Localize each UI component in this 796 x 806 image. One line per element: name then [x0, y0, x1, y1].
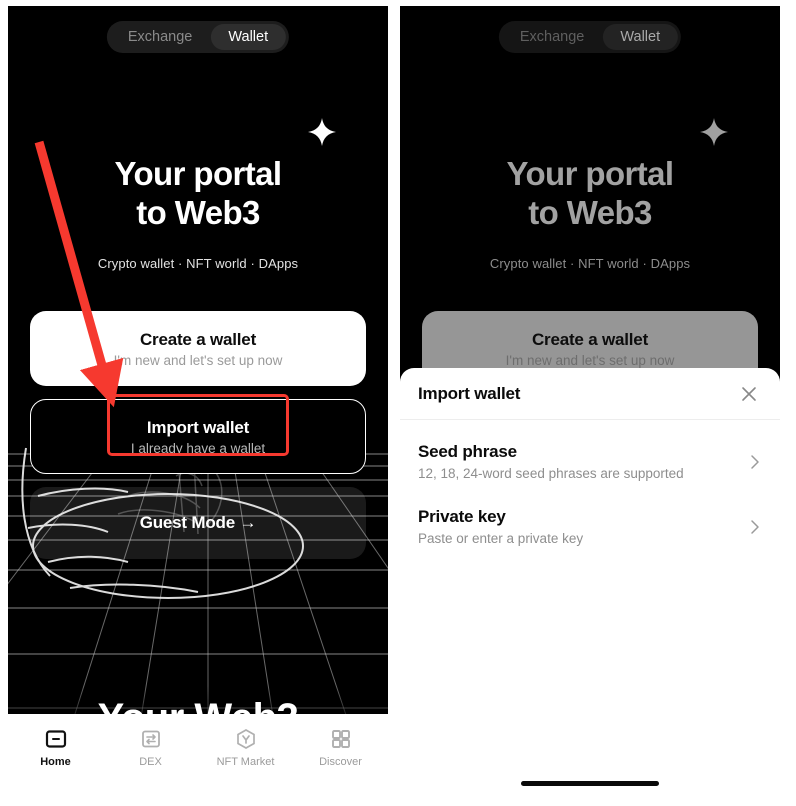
hero-subtitle-dimmed: Crypto wallet · NFT world · DApps — [489, 256, 691, 271]
sparkle-icon-dimmed — [700, 118, 728, 146]
close-icon[interactable] — [736, 381, 762, 407]
chevron-right-icon — [748, 516, 762, 538]
tab-nft-market-label: NFT Market — [216, 756, 275, 768]
phone-screen-before: Your Web3 Exchange Wallet Your portal to… — [8, 6, 388, 800]
phone-screen-after: Exchange Wallet Your portal to Web3 Cryp… — [400, 6, 780, 800]
home-indicator-right — [521, 781, 659, 786]
sheet-option-list: Seed phrase 12, 18, 24-word seed phrases… — [400, 420, 780, 558]
hero-title-line1-dimmed: Your portal — [506, 155, 675, 192]
list-item-private-key[interactable]: Private key Paste or enter a private key — [418, 493, 762, 558]
tab-discover[interactable]: Discover — [293, 728, 388, 768]
private-key-subtitle: Paste or enter a private key — [418, 531, 584, 546]
private-key-title: Private key — [418, 507, 506, 526]
grid-icon — [330, 728, 352, 750]
guest-mode-button[interactable]: Guest Mode → — [30, 487, 366, 559]
sheet-header: Import wallet — [400, 368, 780, 420]
tab-nft-market[interactable]: NFT Market — [198, 728, 293, 768]
home-icon — [45, 728, 67, 750]
create-wallet-title: Create a wallet — [139, 329, 257, 349]
hero-title-line2-dimmed: to Web3 — [528, 194, 652, 231]
tab-dex-label: DEX — [139, 756, 162, 768]
nft-hexagon-icon — [235, 728, 257, 750]
sparkle-icon — [308, 118, 336, 146]
import-wallet-title: Import wallet — [146, 417, 250, 437]
create-wallet-title-dimmed: Create a wallet — [531, 329, 649, 349]
seed-phrase-title: Seed phrase — [418, 442, 517, 461]
import-wallet-subtitle: I already have a wallet — [130, 440, 266, 456]
cta-group: Create a wallet I'm new and let's set up… — [30, 311, 366, 559]
tab-home-label: Home — [40, 756, 71, 768]
hero-title-line1: Your portal — [114, 155, 283, 192]
segment-wallet[interactable]: Wallet — [210, 24, 287, 50]
wallet-onboarding-screen: Your Web3 Exchange Wallet Your portal to… — [8, 6, 388, 800]
tab-dex[interactable]: DEX — [103, 728, 198, 768]
hero-section-dimmed: Your portal to Web3 Crypto wallet · NFT … — [400, 154, 780, 271]
tab-discover-label: Discover — [319, 756, 362, 768]
screenshot-stage: Your Web3 Exchange Wallet Your portal to… — [0, 0, 796, 806]
segment-wallet-dimmed[interactable]: Wallet — [602, 24, 679, 50]
guest-mode-label: Guest Mode → — [139, 513, 257, 532]
private-key-texts: Private key Paste or enter a private key — [418, 507, 748, 546]
hero-section: Your portal to Web3 Crypto wallet · NFT … — [8, 154, 388, 271]
import-wallet-button[interactable]: Import wallet I already have a wallet — [30, 394, 366, 474]
create-wallet-subtitle-dimmed: I'm new and let's set up now — [505, 352, 675, 368]
sheet-title: Import wallet — [418, 383, 521, 403]
exchange-wallet-segmented-control-dimmed[interactable]: Exchange Wallet — [498, 21, 682, 53]
create-wallet-button[interactable]: Create a wallet I'm new and let's set up… — [30, 311, 366, 386]
page-title: Your portal to Web3 — [8, 154, 388, 232]
segment-exchange-dimmed[interactable]: Exchange — [502, 24, 603, 50]
hero-subtitle: Crypto wallet · NFT world · DApps — [97, 256, 299, 271]
seed-phrase-subtitle: 12, 18, 24-word seed phrases are support… — [418, 466, 684, 481]
exchange-wallet-segmented-control[interactable]: Exchange Wallet — [106, 21, 290, 53]
swap-icon — [140, 728, 162, 750]
page-title-dimmed: Your portal to Web3 — [400, 154, 780, 232]
import-wallet-sheet: Import wallet Seed phrase 12, 18, 24-wor… — [400, 368, 780, 800]
wallet-onboarding-screen-dimmed: Exchange Wallet Your portal to Web3 Cryp… — [400, 6, 780, 800]
hero-title-line2: to Web3 — [136, 194, 260, 231]
create-wallet-subtitle: I'm new and let's set up now — [113, 352, 283, 368]
tab-home[interactable]: Home — [8, 728, 103, 768]
seed-phrase-texts: Seed phrase 12, 18, 24-word seed phrases… — [418, 442, 748, 481]
list-item-seed-phrase[interactable]: Seed phrase 12, 18, 24-word seed phrases… — [418, 428, 762, 493]
bottom-tab-bar: Home DEX NFT Market Discover — [8, 714, 388, 800]
chevron-right-icon — [748, 451, 762, 473]
segment-exchange[interactable]: Exchange — [110, 24, 211, 50]
